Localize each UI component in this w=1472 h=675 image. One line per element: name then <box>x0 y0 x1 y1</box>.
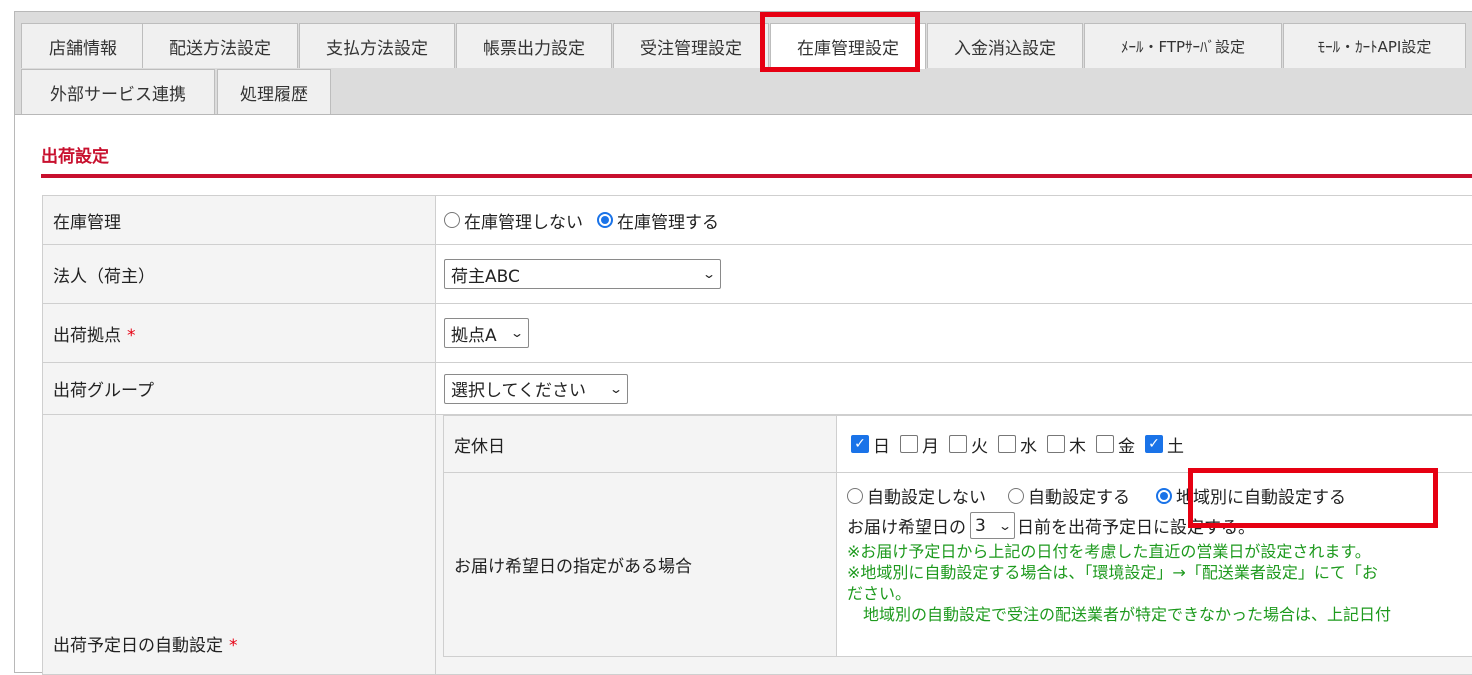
inventory-label: 在庫管理 <box>43 196 436 245</box>
section-title: 出荷設定 <box>41 142 109 167</box>
auto-setting-label: 出荷予定日の自動設定 <box>53 636 223 656</box>
row-corp: 法人（荷主） 荷主ABC ⌄ <box>43 245 1472 304</box>
settings-panel: 店舗情報 配送方法設定 支払方法設定 帳票出力設定 受注管理設定 在庫管理設定 … <box>14 11 1472 673</box>
tab-external-service[interactable]: 外部サービス連携 <box>21 69 215 114</box>
shipping-settings-table: 在庫管理 在庫管理しない 在庫管理する 法人（荷主） <box>42 195 1472 675</box>
checkbox-icon <box>1047 435 1065 453</box>
radio-off-icon <box>444 212 460 228</box>
checkbox-checked-icon: ✓ <box>1145 435 1163 453</box>
checkbox-icon <box>949 435 967 453</box>
holiday-fri-checkbox[interactable]: 金 <box>1096 432 1135 457</box>
chevron-down-icon: ⌄ <box>702 267 716 281</box>
holiday-sat-checkbox[interactable]: ✓土 <box>1145 432 1184 457</box>
tab-mail-ftp-server[interactable]: ﾒｰﾙ・FTPｻｰﾊﾞ設定 <box>1084 23 1282 68</box>
tab-payment-method[interactable]: 支払方法設定 <box>299 23 455 68</box>
row-inventory: 在庫管理 在庫管理しない 在庫管理する <box>43 196 1472 245</box>
note-region-setting: ※地域別に自動設定する場合は、「環境設定」→「配送業者設定」にて「お <box>847 562 1472 583</box>
holiday-sun-checkbox[interactable]: ✓日 <box>851 432 890 457</box>
holiday-tue-checkbox[interactable]: 火 <box>949 432 988 457</box>
group-select[interactable]: 選択してください ⌄ <box>444 374 628 404</box>
radio-inventory[interactable]: 在庫管理する <box>597 208 719 233</box>
chevron-down-icon: ⌄ <box>510 326 524 340</box>
checkbox-icon <box>900 435 918 453</box>
checkbox-icon <box>1096 435 1114 453</box>
tab-inventory-management[interactable]: 在庫管理設定 <box>770 23 926 69</box>
corp-label: 法人（荷主） <box>43 245 436 304</box>
base-select[interactable]: 拠点A ⌄ <box>444 318 529 348</box>
days-before-select[interactable]: 3 ⌄ <box>970 512 1015 539</box>
tab-mall-cart-api[interactable]: ﾓｰﾙ・ｶｰﾄAPI設定 <box>1283 23 1466 68</box>
settings-tab-bar: 店舗情報 配送方法設定 支払方法設定 帳票出力設定 受注管理設定 在庫管理設定 … <box>15 12 1472 115</box>
required-mark: * <box>229 636 238 656</box>
holiday-thu-checkbox[interactable]: 木 <box>1047 432 1086 457</box>
radio-region-auto[interactable]: 地域別に自動設定する <box>1156 483 1346 508</box>
radio-no-auto[interactable]: 自動設定しない <box>847 483 986 508</box>
radio-auto[interactable]: 自動設定する <box>1008 483 1130 508</box>
row-base: 出荷拠点 * 拠点A ⌄ <box>43 304 1472 363</box>
note-carrier-fallback: 地域別の自動設定で受注の配送業者が特定できなかった場合は、上記日付 <box>847 604 1472 625</box>
tab-delivery-method[interactable]: 配送方法設定 <box>142 23 298 68</box>
note-business-day: ※お届け予定日から上記の日付を考慮した直近の営業日が設定されます。 <box>847 541 1472 562</box>
section-divider <box>41 174 1472 178</box>
radio-no-inventory[interactable]: 在庫管理しない <box>444 208 583 233</box>
days-before-line: お届け希望日の 3 ⌄ 日前を出荷予定日に設定する。 <box>847 512 1472 539</box>
group-label: 出荷グループ <box>43 363 436 415</box>
holiday-wed-checkbox[interactable]: 水 <box>998 432 1037 457</box>
note-region-setting-cont: ださい。 <box>847 583 1472 604</box>
auto-setting-subtable: 定休日 ✓日 月 火 水 木 金 ✓土 <box>443 415 1472 657</box>
required-mark: * <box>127 326 136 346</box>
row-holidays: 定休日 ✓日 月 火 水 木 金 ✓土 <box>444 416 1472 473</box>
radio-off-icon <box>847 488 863 504</box>
holiday-mon-checkbox[interactable]: 月 <box>900 432 939 457</box>
corp-select[interactable]: 荷主ABC ⌄ <box>444 259 721 289</box>
tab-store-info[interactable]: 店舗情報 <box>21 23 145 68</box>
tab-order-management[interactable]: 受注管理設定 <box>613 23 769 68</box>
chevron-down-icon: ⌄ <box>998 519 1012 533</box>
row-specified-date: お届け希望日の指定がある場合 自動設定しない <box>444 473 1472 657</box>
radio-on-icon <box>597 212 613 228</box>
tab-payment-reconciliation[interactable]: 入金消込設定 <box>927 23 1083 68</box>
tab-process-history[interactable]: 処理履歴 <box>217 69 331 114</box>
checkbox-icon <box>998 435 1016 453</box>
row-group: 出荷グループ 選択してください ⌄ <box>43 363 1472 415</box>
row-auto-setting: 出荷予定日の自動設定 * 定休日 ✓日 月 <box>43 415 1472 675</box>
specified-date-label: お届け希望日の指定がある場合 <box>444 473 837 657</box>
base-label: 出荷拠点 <box>53 326 121 346</box>
radio-off-icon <box>1008 488 1024 504</box>
radio-on-icon <box>1156 488 1172 504</box>
checkbox-checked-icon: ✓ <box>851 435 869 453</box>
chevron-down-icon: ⌄ <box>609 382 623 396</box>
holidays-label: 定休日 <box>444 416 837 473</box>
tab-form-output[interactable]: 帳票出力設定 <box>456 23 612 68</box>
